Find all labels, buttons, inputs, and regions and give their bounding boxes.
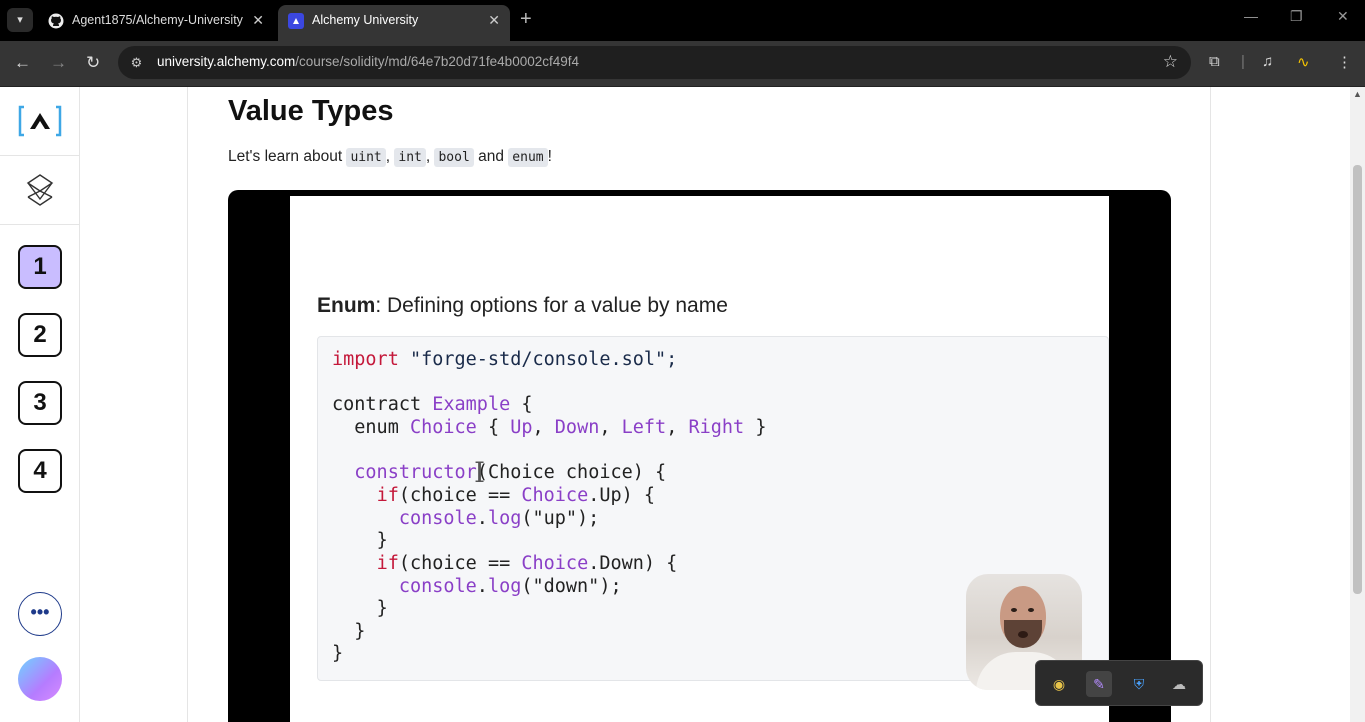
- new-tab-icon[interactable]: +: [520, 8, 532, 31]
- cloud-off-icon[interactable]: ☁: [1166, 671, 1192, 697]
- code-line: }: [354, 621, 366, 642]
- code-line: enum Choice { Up, Down, Left, Right }: [354, 417, 767, 438]
- type-bool: bool: [434, 148, 474, 167]
- github-icon: [48, 13, 64, 29]
- tab-alchemy-university[interactable]: Alchemy University ✕: [278, 5, 510, 41]
- menu-icon[interactable]: ⋮: [1337, 53, 1352, 71]
- profile-icon[interactable]: ∿: [1297, 53, 1310, 71]
- code-line: constructor(Choice choice) {: [354, 462, 667, 483]
- site-info-icon[interactable]: ⚙: [128, 54, 145, 71]
- forward-icon[interactable]: →: [50, 53, 67, 73]
- scroll-thumb[interactable]: [1353, 165, 1362, 594]
- pen-icon[interactable]: ✎: [1086, 671, 1112, 697]
- browser-toolbar: ← → ↻ ⚙ university.alchemy.com/course/so…: [0, 41, 1365, 87]
- tab-title: Alchemy University: [312, 13, 419, 27]
- code-line: console.log("down");: [398, 576, 622, 597]
- code-line: }: [332, 643, 344, 664]
- code-line: if(choice == Choice.Down) {: [376, 553, 678, 574]
- code-line: }: [376, 530, 388, 551]
- lesson-content: Value Types Let's learn about uint, int,…: [187, 87, 1211, 722]
- address-bar[interactable]: ⚙ university.alchemy.com/course/solidity…: [118, 46, 1191, 79]
- step-4-button[interactable]: 4: [18, 449, 62, 493]
- video-player[interactable]: Enum: Defining options for a value by na…: [228, 190, 1171, 722]
- type-int: int: [394, 148, 426, 167]
- alchemy-mark-icon[interactable]: [24, 173, 56, 207]
- more-options-button[interactable]: •••: [18, 592, 62, 636]
- alchemy-icon: [288, 13, 304, 29]
- lesson-title: Value Types: [228, 95, 394, 127]
- code-line: import "forge-std/console.sol";: [332, 349, 678, 370]
- page: 1 2 3 4 ••• Value Types Let's learn abou…: [0, 87, 1365, 722]
- bookmark-star-icon[interactable]: ☆: [1163, 52, 1178, 72]
- course-sidebar: 1 2 3 4 •••: [0, 87, 80, 722]
- media-control-icon[interactable]: ♫: [1262, 53, 1273, 70]
- disc-icon[interactable]: ◉: [1046, 671, 1072, 697]
- text-cursor-icon: I: [474, 456, 486, 489]
- browser-tab-bar: ▾ Agent1875/Alchemy-University ✕ Alchemy…: [0, 0, 1365, 41]
- close-window-icon[interactable]: ✕: [1337, 8, 1349, 25]
- restore-icon[interactable]: ❐: [1290, 8, 1303, 25]
- user-avatar[interactable]: [18, 657, 62, 701]
- scroll-up-icon[interactable]: ▲: [1353, 89, 1362, 99]
- system-tray-popup: ◉ ✎ ⛨ ☁: [1035, 660, 1203, 706]
- code-line: if(choice == Choice.Up) {: [376, 485, 656, 506]
- page-scrollbar[interactable]: ▲: [1350, 87, 1365, 722]
- reload-icon[interactable]: ↻: [86, 53, 100, 73]
- sidebar-divider: [0, 224, 79, 225]
- alchemy-logo[interactable]: [18, 105, 62, 137]
- toolbar-divider: |: [1241, 53, 1245, 70]
- code-line: console.log("up");: [398, 508, 600, 529]
- minimize-icon[interactable]: —: [1244, 8, 1258, 24]
- url-text: university.alchemy.com/course/solidity/m…: [157, 54, 580, 69]
- tab-search-button[interactable]: ▾: [7, 8, 33, 32]
- step-3-button[interactable]: 3: [18, 381, 62, 425]
- type-uint: uint: [346, 148, 386, 167]
- tab-github[interactable]: Agent1875/Alchemy-University ✕: [38, 6, 274, 35]
- tab-title: Agent1875/Alchemy-University: [72, 13, 243, 27]
- step-2-button[interactable]: 2: [18, 313, 62, 357]
- code-line: }: [376, 598, 388, 619]
- security-warning-icon[interactable]: ⛨: [1126, 671, 1152, 697]
- back-icon[interactable]: ←: [14, 53, 31, 73]
- extensions-icon[interactable]: ⧉: [1209, 53, 1220, 70]
- sidebar-divider: [0, 155, 79, 156]
- lesson-intro: Let's learn about uint, int, bool and en…: [228, 148, 552, 167]
- close-tab-icon[interactable]: ✕: [488, 5, 500, 35]
- slide-title: Enum: Defining options for a value by na…: [317, 294, 728, 317]
- step-1-button[interactable]: 1: [18, 245, 62, 289]
- close-tab-icon[interactable]: ✕: [252, 6, 264, 35]
- type-enum: enum: [508, 148, 548, 167]
- code-line: contract Example {: [332, 394, 533, 415]
